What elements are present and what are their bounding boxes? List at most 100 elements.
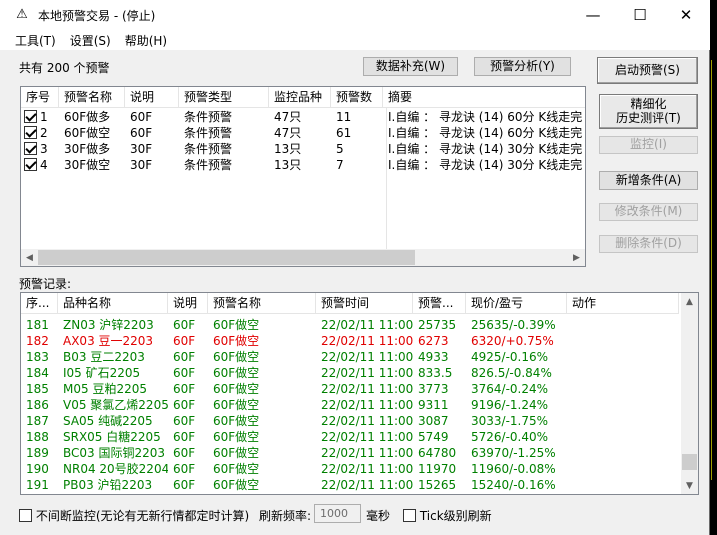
record-cell-name: 60F做空 [213,462,260,476]
scroll-down-icon[interactable]: ▼ [681,477,698,494]
warn-table-row[interactable]: 3 30F做多 30F 条件预警 13只 5 I.自编 ： 寻龙诀 (14) 30分 K线走… [21,141,585,157]
add-condition-button[interactable]: 新增条件(A) [599,171,698,190]
refresh-rate-input[interactable]: 1000 [314,504,361,523]
warn-table-row[interactable]: 1 60F做多 60F 条件预警 47只 11 I.自编 ： 寻龙诀 (14) 60分 K线… [21,109,585,125]
record-row[interactable]: 188 SRX05 白糖2205 60F 60F做空 22/02/11 11:00 574… [21,429,679,445]
scroll-left-icon[interactable]: ◀ [21,249,38,266]
warn-cell-desc: 30F [130,158,153,172]
record-row[interactable]: 183 B03 豆二2203 60F 60F做空 22/02/11 11:00 4933 4… [21,349,679,365]
rec-col-action[interactable]: 动作 [567,293,679,314]
record-cell-time: 22/02/11 11:00 [321,318,413,332]
monitor-button[interactable]: 监控(I) [599,136,698,154]
col-count[interactable]: 预警数 [331,87,383,108]
record-cell-time: 22/02/11 11:00 [321,462,413,476]
scroll-up-icon[interactable]: ▲ [681,293,698,310]
menu-help[interactable]: 帮助(H) [118,32,174,49]
window-title: 本地预警交易 - (停止) [38,8,156,23]
row-enabled-checkbox[interactable] [24,110,37,123]
warn-cell-count: 7 [336,158,344,172]
record-cell-pl: 3033/-1.75% [471,414,549,428]
menu-bar: 工具(T) 设置(S) 帮助(H) [0,30,710,50]
warn-table-header: 序号 预警名称 说明 预警类型 监控品种 预警数 摘要 [21,87,585,108]
record-row[interactable]: 181 ZN03 沪锌2203 60F 60F做空 22/02/11 11:00 2573… [21,317,679,333]
record-row[interactable]: 182 AX03 豆一2203 60F 60F做空 22/02/11 11:00 6273… [21,333,679,349]
warn-cell-type: 条件预警 [184,110,233,124]
col-type[interactable]: 预警类型 [179,87,269,108]
record-cell-pl: 5726/-0.40% [471,430,549,444]
record-row[interactable]: 184 I05 矿石2205 60F 60F做空 22/02/11 11:00 833.5… [21,365,679,381]
col-summary[interactable]: 摘要 [383,87,585,108]
close-button[interactable]: ✕ [663,0,709,30]
menu-settings[interactable]: 设置(S) [63,32,118,49]
record-row[interactable]: 191 PB03 沪铅2203 60F 60F做空 22/02/11 11:00 1526… [21,477,679,493]
warn-row-checkbox-cell[interactable]: 4 [21,157,59,173]
vscroll-thumb[interactable] [682,454,697,470]
rec-col-price[interactable]: 预警... [413,293,466,314]
continuous-monitor-option[interactable]: 不间断监控(无论有无新行情都定时计算) [19,507,249,524]
rec-col-variety[interactable]: 品种名称 [58,293,168,314]
record-cell-desc: 60F [173,414,196,428]
tick-refresh-checkbox[interactable] [403,509,416,522]
warn-row-checkbox-cell[interactable]: 3 [21,141,59,157]
rec-col-pl[interactable]: 现价/盈亏 [466,293,567,314]
record-cell-price: 833.5 [418,366,453,380]
continuous-monitor-checkbox[interactable] [19,509,32,522]
data-supplement-button[interactable]: 数据补充(W) [363,57,458,76]
records-vscroll[interactable]: ▲ ▼ [681,293,698,494]
rec-col-desc[interactable]: 说明 [168,293,208,314]
record-cell-no: 189 [26,446,49,460]
start-warn-button[interactable]: 启动预警(S) [597,57,698,84]
row-enabled-checkbox[interactable] [24,142,37,155]
col-variety[interactable]: 监控品种 [269,87,331,108]
record-cell-time: 22/02/11 11:00 [321,334,413,348]
rec-col-time[interactable]: 预警时间 [316,293,413,314]
row-enabled-checkbox[interactable] [24,158,37,171]
record-cell-variety: B03 豆二2203 [63,350,145,364]
warn-row-checkbox-cell[interactable]: 1 [21,109,59,125]
record-row[interactable]: 187 SA05 纯碱2205 60F 60F做空 22/02/11 11:00 3087… [21,413,679,429]
record-cell-name: 60F做空 [213,318,260,332]
record-cell-name: 60F做空 [213,382,260,396]
record-cell-pl: 3764/-0.24% [471,382,549,396]
modify-condition-button[interactable]: 修改条件(M) [599,203,698,221]
hscroll-thumb[interactable] [38,250,415,265]
record-cell-time: 22/02/11 11:00 [321,478,413,492]
refine-history-button[interactable]: 精细化 历史测评(T) [599,94,698,129]
col-name[interactable]: 预警名称 [59,87,125,108]
record-row[interactable]: 185 M05 豆粕2205 60F 60F做空 22/02/11 11:00 3773 3… [21,381,679,397]
rec-col-warn-name[interactable]: 预警名称 [208,293,316,314]
record-cell-price: 25735 [418,318,457,332]
record-cell-desc: 60F [173,446,196,460]
menu-tools[interactable]: 工具(T) [8,32,63,49]
record-cell-action [567,477,679,493]
rec-col-no[interactable]: 序... [21,293,58,314]
tick-refresh-option[interactable]: Tick级别刷新 [403,507,492,524]
warn-cell-variety: 13只 [274,142,302,156]
warn-table-hscroll[interactable]: ◀ ▶ [21,249,585,266]
record-cell-desc: 60F [173,430,196,444]
record-cell-action [567,397,679,413]
warn-analysis-button[interactable]: 预警分析(Y) [474,57,571,76]
record-row[interactable]: 190 NR04 20号胶2204 60F 60F做空 22/02/11 11:00 11… [21,461,679,477]
warn-table: 序号 预警名称 说明 预警类型 监控品种 预警数 摘要 1 60F做多 60F 条件预… [20,86,586,267]
record-row[interactable]: 186 V05 聚氯乙烯2205 60F 60F做空 22/02/11 11:00 931… [21,397,679,413]
col-no[interactable]: 序号 [21,87,59,108]
maximize-button[interactable]: ☐ [617,0,663,30]
warn-cell-summary: I.自编 ： 寻龙诀 (14) 30分 K线走完 [388,142,583,156]
record-cell-no: 185 [26,382,49,396]
record-cell-time: 22/02/11 11:00 [321,382,413,396]
col-desc[interactable]: 说明 [125,87,179,108]
record-cell-desc: 60F [173,382,196,396]
warn-row-checkbox-cell[interactable]: 2 [21,125,59,141]
record-row[interactable]: 189 BC03 国际铜2203 60F 60F做空 22/02/11 11:00 647… [21,445,679,461]
delete-condition-button[interactable]: 删除条件(D) [599,235,698,253]
record-cell-no: 186 [26,398,49,412]
minimize-button[interactable]: — [570,0,616,30]
warn-table-row[interactable]: 2 60F做空 60F 条件预警 47只 61 I.自编 ： 寻龙诀 (14) 60分 K线… [21,125,585,141]
warn-cell-type: 条件预警 [184,126,233,140]
warn-cell-summary: I.自编 ： 寻龙诀 (14) 60分 K线走完 [388,126,583,140]
row-enabled-checkbox[interactable] [24,126,37,139]
warn-row-no: 1 [40,110,48,124]
warn-table-row[interactable]: 4 30F做空 30F 条件预警 13只 7 I.自编 ： 寻龙诀 (14) 30分 K线走… [21,157,585,173]
scroll-right-icon[interactable]: ▶ [568,249,585,266]
